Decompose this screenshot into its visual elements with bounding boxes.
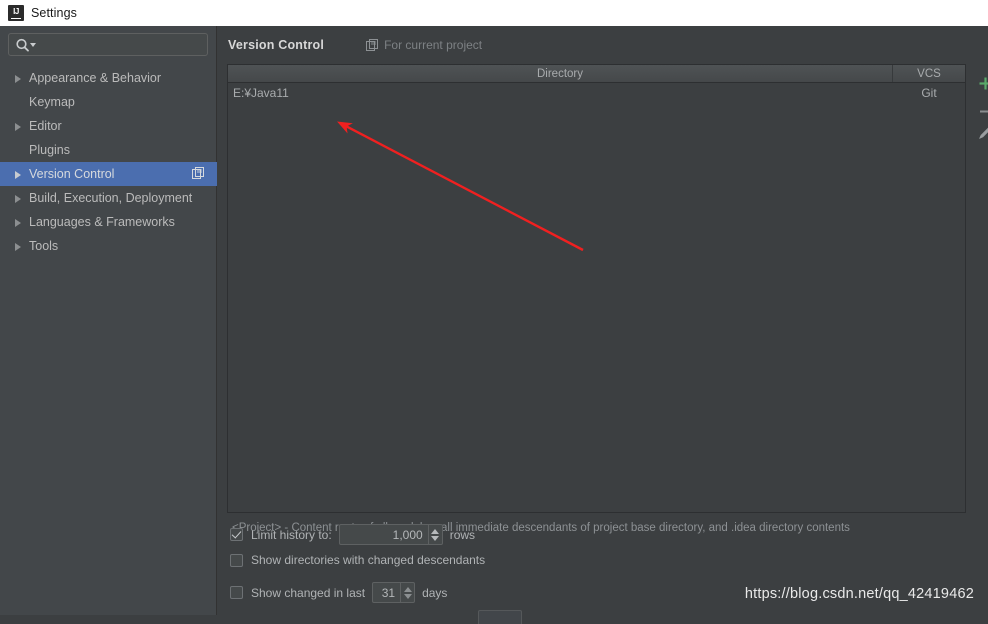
window-title: Settings xyxy=(31,6,77,20)
sidebar-item-plugins[interactable]: Plugins xyxy=(0,138,217,162)
sidebar-item-version-control[interactable]: Version Control xyxy=(0,162,217,186)
show-directories-label: Show directories with changed descendant… xyxy=(251,553,486,567)
table-row[interactable]: E:¥Java11 Git xyxy=(228,83,965,103)
search-icon xyxy=(15,38,37,52)
sidebar-item-label: Plugins xyxy=(29,143,70,157)
sidebar-item-build-execution-deployment[interactable]: Build, Execution, Deployment xyxy=(0,186,217,210)
show-changed-checkbox[interactable] xyxy=(230,586,243,599)
sidebar-item-appearance-behavior[interactable]: Appearance & Behavior xyxy=(0,66,217,90)
show-changed-days-stepper[interactable]: 31 xyxy=(372,582,416,603)
settings-sidebar: Appearance & Behavior Keymap Editor Plug… xyxy=(0,26,217,615)
limit-history-option-row: Limit history to: 1,000 rows xyxy=(230,524,475,545)
sidebar-item-label: Appearance & Behavior xyxy=(29,71,162,85)
stepper-down-icon[interactable] xyxy=(403,593,412,599)
stepper-arrows[interactable] xyxy=(400,583,414,602)
stepper-down-icon[interactable] xyxy=(431,535,440,541)
show-changed-days-value[interactable]: 31 xyxy=(373,583,400,602)
stepper-up-icon[interactable] xyxy=(403,586,412,592)
chevron-right-icon[interactable] xyxy=(12,72,25,85)
cell-directory: E:¥Java11 xyxy=(233,86,289,100)
table-side-toolbar xyxy=(972,64,988,513)
chevron-right-icon[interactable] xyxy=(12,216,25,229)
table-header-row: Directory VCS xyxy=(228,65,965,83)
show-changed-option-row: Show changed in last 31 days xyxy=(230,582,447,603)
project-scope-icon xyxy=(366,38,379,52)
column-header-vcs[interactable]: VCS xyxy=(893,65,965,82)
sidebar-item-editor[interactable]: Editor xyxy=(0,114,217,138)
remove-button[interactable] xyxy=(974,100,988,122)
cell-vcs: Git xyxy=(921,86,937,100)
intellij-idea-icon: IJ xyxy=(8,5,24,21)
limit-history-value[interactable]: 1,000 xyxy=(340,525,428,544)
sidebar-item-keymap[interactable]: Keymap xyxy=(0,90,217,114)
project-scope-icon xyxy=(192,167,205,180)
settings-main-panel: Version Control For current project Dire… xyxy=(218,26,988,615)
table-body: E:¥Java11 Git xyxy=(228,83,965,512)
show-directories-checkbox[interactable] xyxy=(230,553,243,567)
edit-button[interactable] xyxy=(974,122,988,144)
sidebar-item-label: Tools xyxy=(29,239,59,253)
stepper-arrows[interactable] xyxy=(427,525,442,544)
scope-label: For current project xyxy=(384,38,483,52)
search-box[interactable] xyxy=(8,33,208,56)
sidebar-item-tools[interactable]: Tools xyxy=(0,234,217,258)
cutoff-bottom-control[interactable] xyxy=(478,610,522,624)
page-title: Version Control xyxy=(228,38,325,52)
scope-indicator: For current project xyxy=(366,38,482,52)
chevron-right-icon[interactable] xyxy=(12,240,25,253)
limit-history-label: Limit history to: xyxy=(251,527,332,542)
sidebar-item-label: Version Control xyxy=(29,167,115,181)
watermark-text: https://blog.csdn.net/qq_42419462 xyxy=(744,586,974,602)
sidebar-item-label: Languages & Frameworks xyxy=(29,215,175,229)
settings-tree: Appearance & Behavior Keymap Editor Plug… xyxy=(0,66,217,258)
chevron-right-icon[interactable] xyxy=(12,168,25,181)
sidebar-item-label: Build, Execution, Deployment xyxy=(29,191,193,205)
column-header-directory[interactable]: Directory xyxy=(228,65,893,82)
show-changed-label: Show changed in last xyxy=(251,585,366,600)
chevron-right-icon[interactable] xyxy=(12,120,25,133)
limit-history-checkbox[interactable] xyxy=(230,528,243,541)
show-changed-suffix: days xyxy=(422,585,448,600)
show-directories-option-row: Show directories with changed descendant… xyxy=(230,553,485,567)
vcs-directory-mappings-table: Directory VCS E:¥Java11 Git xyxy=(227,64,966,513)
sidebar-item-label: Editor xyxy=(29,119,62,133)
limit-history-stepper[interactable]: 1,000 xyxy=(338,524,443,545)
search-input[interactable] xyxy=(39,34,205,55)
sidebar-item-languages-frameworks[interactable]: Languages & Frameworks xyxy=(0,210,217,234)
window-title-bar: IJ Settings xyxy=(0,0,988,26)
stepper-up-icon[interactable] xyxy=(431,528,440,534)
chevron-right-icon[interactable] xyxy=(12,192,25,205)
panel-header: Version Control For current project xyxy=(228,38,482,52)
sidebar-item-label: Keymap xyxy=(29,95,75,109)
limit-history-suffix: rows xyxy=(449,527,476,542)
add-button[interactable] xyxy=(974,72,988,94)
